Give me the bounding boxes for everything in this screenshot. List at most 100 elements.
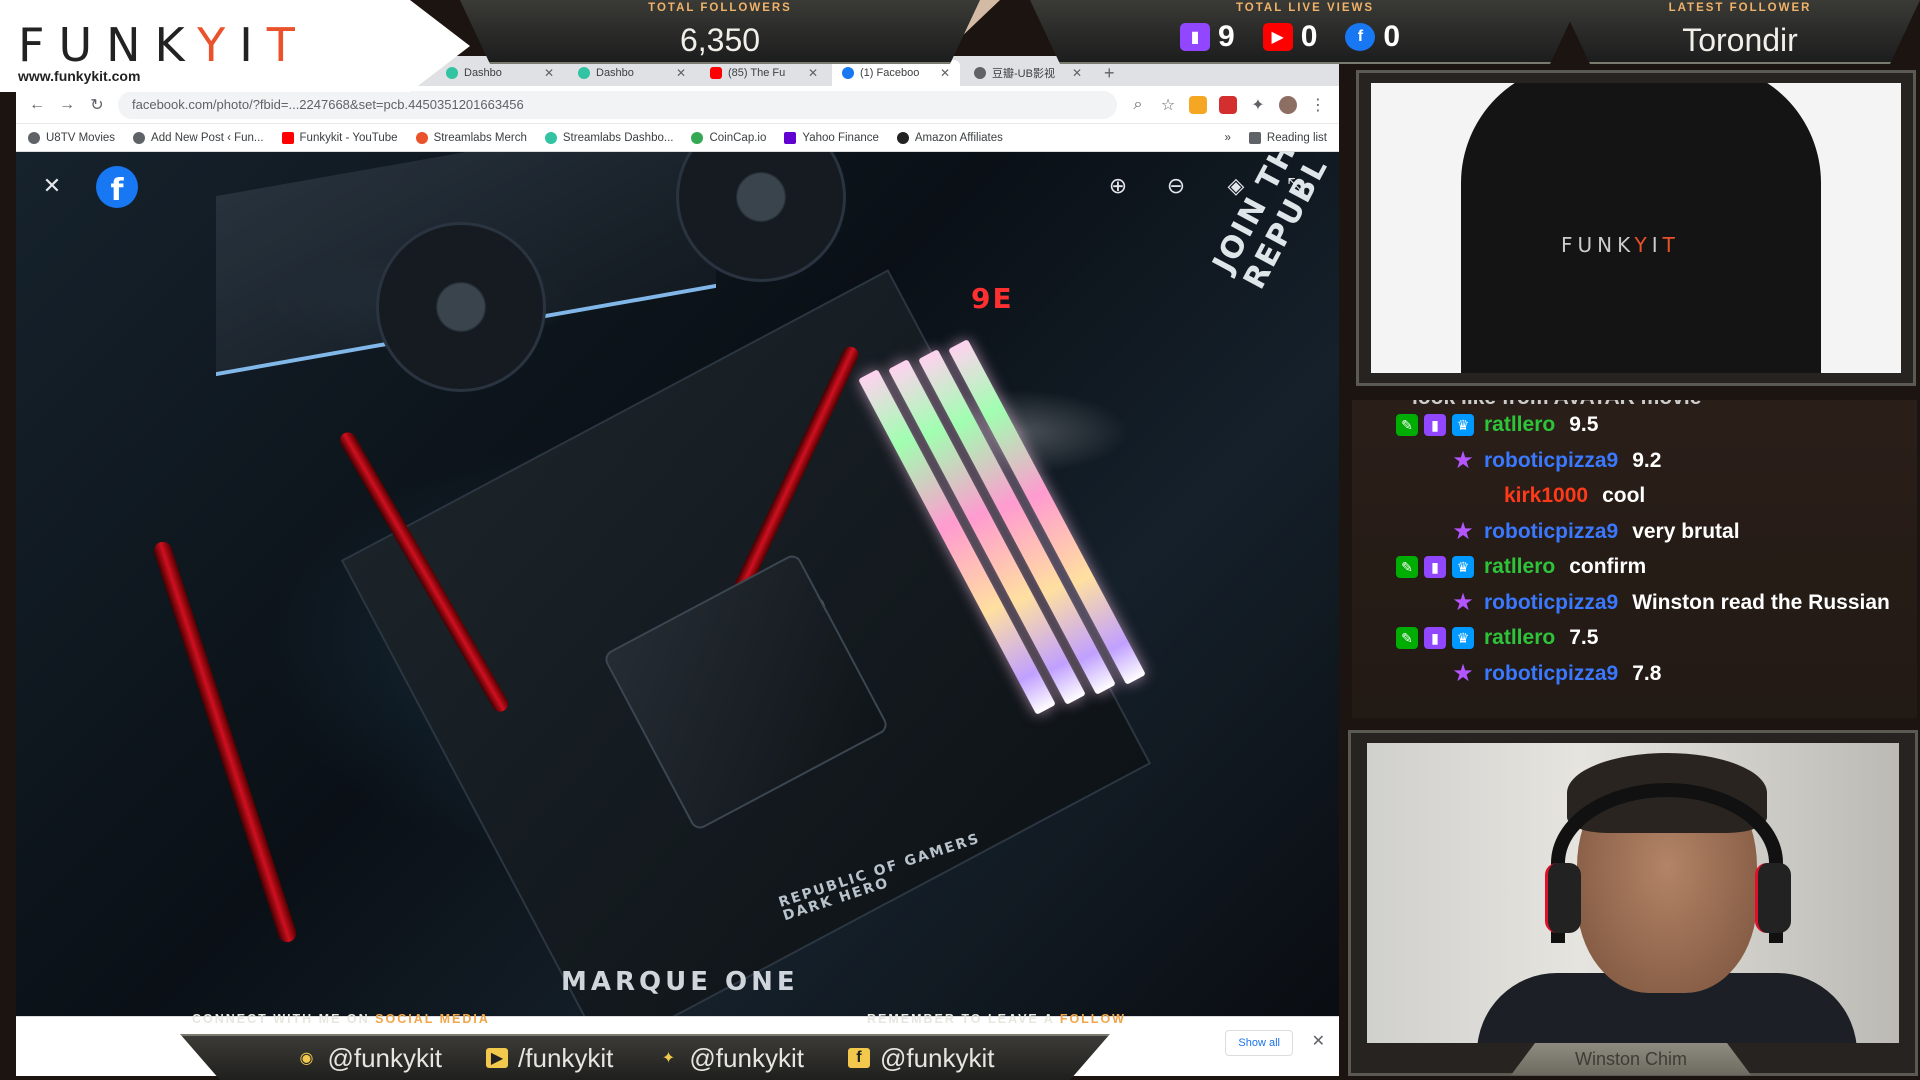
- bookmark-streamlabs-dashboard[interactable]: Streamlabs Dashbo...: [544, 131, 674, 144]
- chat-text: confirm: [1569, 555, 1647, 578]
- headset-cup: [1545, 863, 1581, 933]
- bookmark-label: Amazon Affiliates: [914, 131, 1003, 144]
- chat-username[interactable]: ratllero: [1484, 626, 1555, 650]
- bookmarks-bar: U8TV Movies Add New Post ‹ Fun... Funkyk…: [16, 124, 1339, 152]
- reading-list-button[interactable]: Reading list: [1248, 131, 1327, 144]
- bookmark-funkykit-youtube[interactable]: Funkykit - YouTube: [281, 131, 398, 144]
- back-icon[interactable]: ←: [28, 96, 46, 114]
- youtube-icon: ▶: [486, 1048, 508, 1068]
- chat-text: 7.5: [1569, 626, 1599, 649]
- chat-username[interactable]: kirk1000: [1504, 484, 1588, 508]
- bookmark-amazon-affiliates[interactable]: Amazon Affiliates: [896, 131, 1003, 144]
- bookmark-label: U8TV Movies: [46, 131, 116, 144]
- bookmark-label: Funkykit - YouTube: [299, 131, 398, 144]
- bookmark-streamlabs-merch[interactable]: Streamlabs Merch: [415, 131, 527, 144]
- forward-icon[interactable]: →: [58, 96, 76, 114]
- close-tab-icon[interactable]: ✕: [940, 66, 950, 80]
- twitch-views-count: 9: [1218, 20, 1235, 53]
- coolant-tube: [151, 539, 299, 945]
- facebook-logo-icon[interactable]: f: [96, 166, 138, 208]
- bookmark-label: Streamlabs Dashbo...: [562, 131, 674, 144]
- tag-icon[interactable]: ◈: [1216, 166, 1256, 206]
- chat-message: ✎ ▮ ♛ ratllero 7.5: [1396, 621, 1598, 655]
- social-handle: @funkykit: [689, 1042, 804, 1073]
- fan-image: [376, 222, 546, 392]
- zoom-icon[interactable]: ⌕: [1129, 96, 1147, 114]
- tab-label: Dashbo: [464, 67, 502, 79]
- hoodie-logo: FUNKYIT: [1561, 233, 1680, 257]
- subscriber-badge-icon: ▮: [1424, 627, 1446, 649]
- remember-highlight: FOLLOW: [1059, 1012, 1126, 1026]
- merch-image: FUNKYIT: [1371, 83, 1901, 373]
- moderator-badge-icon: ✎: [1396, 414, 1418, 436]
- bookmark-u8tv[interactable]: U8TV Movies: [28, 131, 116, 144]
- zoom-out-icon[interactable]: ⊖: [1156, 166, 1196, 206]
- chat-username[interactable]: roboticpizza9: [1484, 591, 1618, 615]
- chat-message: ★ roboticpizza9 very brutal: [1452, 515, 1739, 549]
- streamlabs-favicon-icon: [446, 67, 458, 79]
- webcam-panel: Winston Chim: [1348, 730, 1918, 1076]
- latest-follower-name: Torondir: [1682, 22, 1798, 58]
- chat-username[interactable]: roboticpizza9: [1484, 449, 1618, 473]
- close-download-bar-icon[interactable]: ✕: [1312, 1031, 1325, 1051]
- funkykit-brand-panel: FUNKYIT www.funkykit.com: [0, 0, 470, 92]
- show-all-button[interactable]: Show all: [1225, 1030, 1293, 1056]
- star-badge-icon: ★: [1452, 589, 1474, 616]
- tab-label: 豆瓣-UB影视: [992, 68, 1055, 80]
- chat-username[interactable]: roboticpizza9: [1484, 520, 1618, 544]
- close-viewer-icon[interactable]: ✕: [32, 166, 72, 206]
- facebook-views: f0: [1345, 20, 1400, 54]
- total-followers-value: 6,350: [679, 22, 761, 58]
- chat-username[interactable]: roboticpizza9: [1484, 662, 1618, 686]
- chat-text: Winston read the Russian: [1632, 590, 1890, 614]
- moderator-badge-icon: ✎: [1396, 556, 1418, 578]
- exit-fullscreen-icon[interactable]: ⤡: [1276, 166, 1316, 206]
- bookmark-label: Yahoo Finance: [802, 131, 879, 144]
- chat-message: ★ roboticpizza9 Winston read the Russian: [1452, 586, 1890, 620]
- amazon-icon: [896, 131, 909, 144]
- extension-icon[interactable]: [1189, 95, 1207, 114]
- close-tab-icon[interactable]: ✕: [676, 66, 686, 80]
- pdf-extension-icon[interactable]: [1219, 95, 1237, 114]
- chat-username[interactable]: ratllero: [1484, 413, 1555, 437]
- total-followers-panel: TOTAL FOLLOWERS 6,350: [460, 0, 980, 64]
- social-youtube: ▶ /funkykit: [486, 1043, 613, 1074]
- bookmark-add-new-post[interactable]: Add New Post ‹ Fun...: [133, 131, 264, 144]
- twitter-icon: ✦: [661, 1050, 676, 1067]
- reload-icon[interactable]: ↻: [88, 95, 106, 115]
- zoom-in-icon[interactable]: ⊕: [1098, 166, 1138, 206]
- browser-window: Dashbo ✕ Dashbo ✕ (85) The Fu ✕ (1) Faceboo…: [16, 56, 1339, 1076]
- chat-message: ✎ ▮ ♛ ratllero confirm: [1396, 550, 1646, 584]
- hoodie-image: [1461, 83, 1821, 373]
- chat-message: ★ roboticpizza9 9.2: [1452, 444, 1661, 478]
- close-tab-icon[interactable]: ✕: [1072, 66, 1082, 80]
- youtube-icon: ▶: [1263, 23, 1293, 51]
- funkykit-logo: FUNKYIT: [18, 18, 309, 72]
- moderator-badge-icon: ✎: [1396, 627, 1418, 649]
- chat-text: cool: [1602, 484, 1646, 507]
- menu-kebab-icon[interactable]: ⋮: [1309, 95, 1327, 115]
- merch-panel: FUNKYIT: [1356, 70, 1916, 386]
- bookmark-coincap[interactable]: CoinCap.io: [691, 131, 766, 144]
- facebook-icon: f: [848, 1048, 870, 1068]
- url-field[interactable]: facebook.com/photo/?fbid=...2247668&set=…: [118, 90, 1117, 119]
- twitch-icon: ▮: [1180, 23, 1210, 51]
- pc-build-photo: 9E JOIN THE REPUBL REPUBLIC OF GAMERS DA…: [16, 152, 1339, 1016]
- chat-panel: look like from AVATAR movie ✎▮♛ratllero9…: [1352, 400, 1917, 718]
- more-bookmarks-button[interactable]: »: [1225, 132, 1231, 144]
- chat-username[interactable]: ratllero: [1484, 555, 1555, 579]
- extensions-puzzle-icon[interactable]: ✦: [1249, 95, 1267, 115]
- globe-icon: [28, 131, 40, 144]
- youtube-views: ▶ 0: [1263, 20, 1318, 54]
- profile-avatar[interactable]: [1279, 95, 1297, 114]
- close-tab-icon[interactable]: ✕: [544, 66, 554, 80]
- bookmark-star-icon[interactable]: ☆: [1159, 95, 1177, 115]
- ram-display: 9E: [971, 282, 1014, 315]
- close-tab-icon[interactable]: ✕: [808, 66, 818, 80]
- streamlabs-icon: ◉: [299, 1050, 314, 1067]
- latest-follower-caption: LATEST FOLLOWER: [1668, 2, 1812, 14]
- remember-caption: REMEMBER TO LEAVE A FOLLOW: [867, 1012, 1126, 1026]
- bookmark-yahoo-finance[interactable]: Yahoo Finance: [784, 131, 879, 144]
- social-handle: @funkykit: [327, 1042, 443, 1073]
- social-bar: ◉ @funkykit ▶ /funkykit ✦ @funkykit f @funky…: [180, 1034, 1110, 1080]
